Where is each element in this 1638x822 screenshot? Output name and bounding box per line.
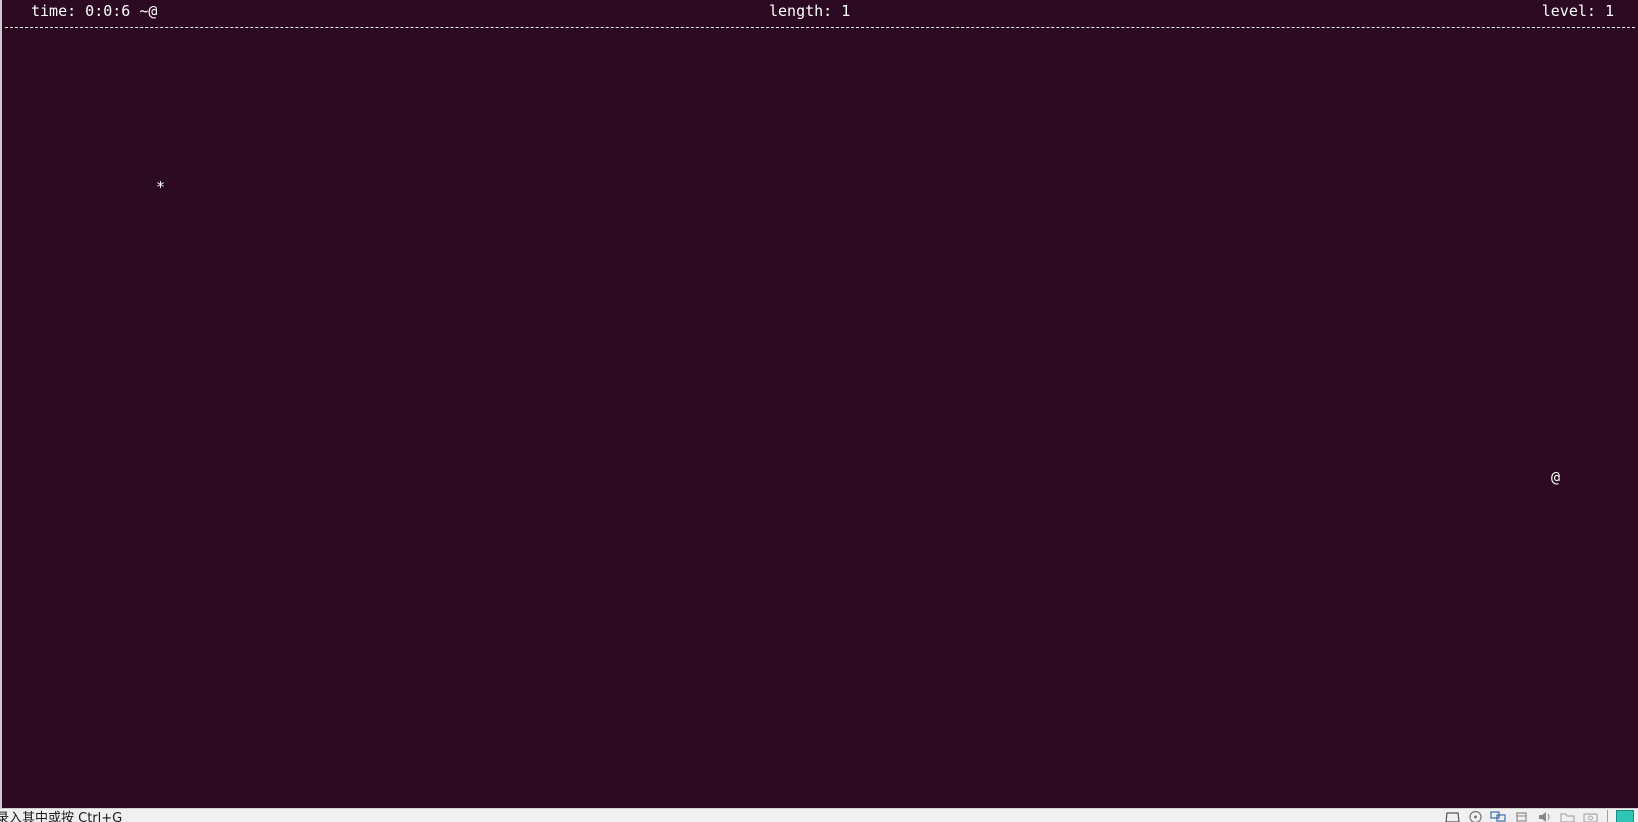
vm-host-statusbar: 录入其中或按 Ctrl+G [0, 808, 1638, 822]
terminal-window[interactable]: time: 0:0:6 ~@ length: 1 level: 1 * @ [0, 0, 1638, 808]
audio-icon[interactable] [1536, 810, 1553, 822]
network-icon[interactable] [1490, 810, 1507, 822]
length-readout: length: 1 [769, 2, 851, 20]
level-readout: level: 1 [1541, 2, 1614, 20]
status-divider [5, 27, 1635, 28]
vm-device-tray [1444, 810, 1634, 822]
shared-folder-icon[interactable] [1559, 810, 1576, 822]
optical-drive-icon[interactable] [1467, 810, 1484, 822]
food-item: * [156, 178, 166, 196]
capture-icon[interactable] [1582, 810, 1599, 822]
tray-separator [1607, 810, 1608, 822]
game-status-bar: time: 0:0:6 ~@ length: 1 level: 1 [2, 0, 1638, 22]
time-readout: time: 0:0:6 ~@ [31, 2, 158, 20]
host-key-indicator[interactable] [1616, 810, 1634, 822]
usb-icon[interactable] [1513, 810, 1530, 822]
snake-head: @ [1551, 468, 1561, 486]
hard-disk-icon[interactable] [1444, 810, 1461, 822]
keyboard-capture-hint: 录入其中或按 Ctrl+G [0, 811, 123, 822]
